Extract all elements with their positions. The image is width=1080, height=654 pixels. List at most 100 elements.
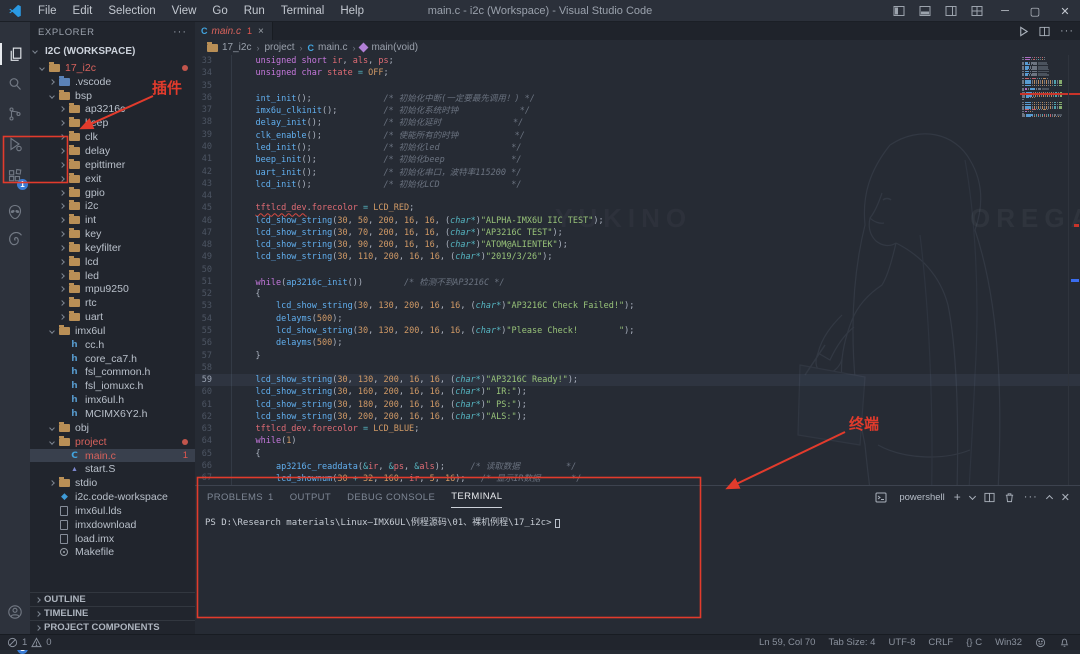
- chevron-right-icon[interactable]: [59, 204, 65, 210]
- chevron-right-icon[interactable]: [59, 314, 65, 320]
- close-button[interactable]: ✕: [1050, 0, 1080, 22]
- chevron-right-icon[interactable]: [59, 287, 65, 293]
- code-lines[interactable]: 33 unsigned short ir, als, ps;34 unsigne…: [195, 55, 1080, 484]
- feedback-icon[interactable]: [1035, 637, 1046, 648]
- panel-more-icon[interactable]: ···: [1024, 491, 1038, 503]
- explorer-more-icon[interactable]: ···: [173, 26, 187, 38]
- tree-item-i2c[interactable]: i2c: [30, 199, 195, 213]
- code-line-44[interactable]: 44: [195, 190, 1080, 202]
- code-line-53[interactable]: 53 lcd_show_string(30, 130, 200, 16, 16,…: [195, 300, 1080, 312]
- minimap[interactable]: [1022, 57, 1062, 118]
- tree-item-gpio[interactable]: gpio: [30, 186, 195, 200]
- kill-terminal-icon[interactable]: [1004, 492, 1015, 503]
- new-terminal-icon[interactable]: +: [954, 490, 961, 504]
- split-terminal-icon[interactable]: [984, 492, 995, 503]
- tree-item-i2c.code-workspace[interactable]: ◆i2c.code-workspace: [30, 490, 195, 504]
- chevron-down-icon[interactable]: [49, 425, 55, 431]
- code-line-52[interactable]: 52 {: [195, 288, 1080, 300]
- tree-item-Makefile[interactable]: Makefile: [30, 546, 195, 560]
- chevron-right-icon[interactable]: [59, 245, 65, 251]
- search-icon[interactable]: [0, 70, 30, 98]
- code-line-57[interactable]: 57 }: [195, 349, 1080, 361]
- breadcrumb-item-project[interactable]: project: [264, 42, 294, 53]
- cursor-position[interactable]: Ln 59, Col 70: [759, 637, 816, 648]
- code-line-34[interactable]: 34 unsigned char state = OFF;: [195, 67, 1080, 79]
- tab-close-icon[interactable]: ×: [258, 26, 264, 37]
- chevron-down-icon[interactable]: [39, 65, 45, 71]
- code-line-51[interactable]: 51 while(ap3216c_init()) /* 检测不到AP3216C …: [195, 276, 1080, 288]
- code-line-38[interactable]: 38 delay_init(); /* 初始化延时 */: [195, 116, 1080, 128]
- tree-item-rtc[interactable]: rtc: [30, 296, 195, 310]
- menu-selection[interactable]: Selection: [100, 0, 163, 22]
- chevron-right-icon[interactable]: [59, 273, 65, 279]
- panel-tab-problems[interactable]: PROBLEMS1: [207, 486, 274, 508]
- chevron-right-icon[interactable]: [49, 480, 55, 486]
- breadcrumb-item-main-void-[interactable]: main(void): [371, 42, 418, 53]
- eol[interactable]: CRLF: [928, 637, 953, 648]
- code-line-64[interactable]: 64 while(1): [195, 435, 1080, 447]
- code-line-37[interactable]: 37 imx6u_clkinit(); /* 初始化系统时钟 */: [195, 104, 1080, 116]
- tree-item-key[interactable]: key: [30, 227, 195, 241]
- split-editor-icon[interactable]: [1039, 26, 1050, 37]
- chevron-right-icon[interactable]: [59, 300, 65, 306]
- code-line-66[interactable]: 66 ap3216c_readdata(&ir, &ps, &als); /* …: [195, 460, 1080, 472]
- section-timeline[interactable]: TIMELINE: [30, 606, 195, 620]
- code-line-43[interactable]: 43 lcd_init(); /* 初始化LCD */: [195, 178, 1080, 190]
- code-line-49[interactable]: 49 lcd_show_string(30, 110, 200, 16, 16,…: [195, 251, 1080, 263]
- chevron-right-icon[interactable]: [59, 217, 65, 223]
- chevron-right-icon[interactable]: [49, 79, 55, 85]
- tree-item-mpu9250[interactable]: mpu9250: [30, 283, 195, 297]
- tree-item-int[interactable]: int: [30, 213, 195, 227]
- panel-tab-output[interactable]: OUTPUT: [290, 486, 331, 508]
- tree-item-17_i2c[interactable]: 17_i2c: [30, 61, 195, 75]
- more-actions-icon[interactable]: ···: [1060, 25, 1074, 37]
- tree-item-stdio[interactable]: stdio: [30, 476, 195, 490]
- section-outline[interactable]: OUTLINE: [30, 592, 195, 606]
- chevron-right-icon[interactable]: [59, 231, 65, 237]
- breadcrumb-item-17-i2c[interactable]: 17_i2c: [222, 42, 251, 53]
- platform[interactable]: Win32: [995, 637, 1022, 648]
- code-line-47[interactable]: 47 lcd_show_string(30, 70, 200, 16, 16, …: [195, 227, 1080, 239]
- chevron-down-icon[interactable]: [49, 93, 55, 99]
- tree-item-epittimer[interactable]: epittimer: [30, 158, 195, 172]
- code-line-50[interactable]: 50: [195, 264, 1080, 276]
- code-line-60[interactable]: 60 lcd_show_string(30, 160, 200, 16, 16,…: [195, 386, 1080, 398]
- code-line-46[interactable]: 46 lcd_show_string(30, 50, 200, 16, 16, …: [195, 214, 1080, 226]
- tree-item-main.c[interactable]: Cmain.c1: [30, 449, 195, 463]
- menu-file[interactable]: File: [30, 0, 65, 22]
- code-line-40[interactable]: 40 led_init(); /* 初始化led */: [195, 141, 1080, 153]
- terminal-prompt[interactable]: PS D:\Research materials\Linux—IMX6UL\例程…: [205, 515, 560, 528]
- menu-run[interactable]: Run: [236, 0, 273, 22]
- tree-item-obj[interactable]: obj: [30, 421, 195, 435]
- bell-icon[interactable]: [1059, 637, 1070, 648]
- code-line-33[interactable]: 33 unsigned short ir, als, ps;: [195, 55, 1080, 67]
- toggle-secondary-sidebar-icon[interactable]: [945, 5, 957, 17]
- code-line-54[interactable]: 54 delayms(500);: [195, 313, 1080, 325]
- tab-size[interactable]: Tab Size: 4: [828, 637, 875, 648]
- tree-item-delay[interactable]: delay: [30, 144, 195, 158]
- code-line-39[interactable]: 39 clk_enable(); /* 使能所有的时钟 */: [195, 129, 1080, 141]
- run-debug-icon[interactable]: [0, 130, 30, 158]
- code-line-63[interactable]: 63 tftlcd_dev.forecolor = LCD_BLUE;: [195, 423, 1080, 435]
- section-project-components[interactable]: PROJECT COMPONENTS: [30, 620, 195, 634]
- tree-item-start.S[interactable]: ▲start.S: [30, 462, 195, 476]
- tree-item-MCIMX6Y2.h[interactable]: hMCIMX6Y2.h: [30, 407, 195, 421]
- tree-item-core_ca7.h[interactable]: hcore_ca7.h: [30, 352, 195, 366]
- code-line-42[interactable]: 42 uart_init(); /* 初始化串口，波特率115200 */: [195, 165, 1080, 177]
- code-line-56[interactable]: 56 delayms(500);: [195, 337, 1080, 349]
- tree-item-exit[interactable]: exit: [30, 172, 195, 186]
- toggle-panel-icon[interactable]: [919, 5, 931, 17]
- code-line-67[interactable]: 67 lcd_shownum(30 + 32, 160, ir, 5, 16);…: [195, 472, 1080, 484]
- minimize-button[interactable]: ─: [990, 0, 1020, 22]
- code-line-62[interactable]: 62 lcd_show_string(30, 200, 200, 16, 16,…: [195, 411, 1080, 423]
- alien-extension-icon[interactable]: [0, 198, 30, 226]
- tree-item-imx6ul.lds[interactable]: imx6ul.lds: [30, 504, 195, 518]
- tree-item-clk[interactable]: clk: [30, 130, 195, 144]
- code-line-48[interactable]: 48 lcd_show_string(30, 90, 200, 16, 16, …: [195, 239, 1080, 251]
- tree-item-imxdownload[interactable]: imxdownload: [30, 518, 195, 532]
- toggle-sidebar-icon[interactable]: [893, 5, 905, 17]
- menu-edit[interactable]: Edit: [65, 0, 101, 22]
- tree-item-project[interactable]: project: [30, 435, 195, 449]
- code-line-35[interactable]: 35: [195, 80, 1080, 92]
- menu-terminal[interactable]: Terminal: [273, 0, 332, 22]
